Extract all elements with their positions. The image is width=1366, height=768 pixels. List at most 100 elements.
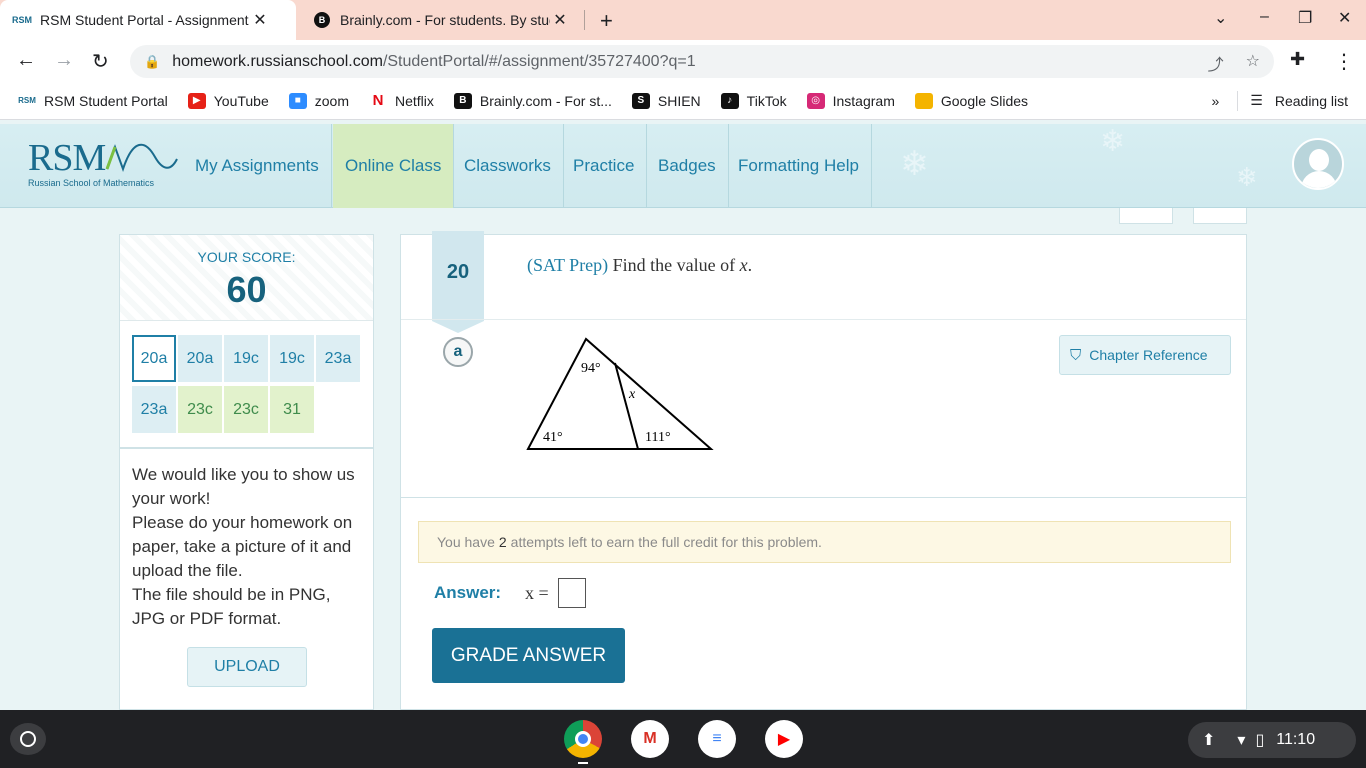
- nav-online-class[interactable]: Online Class: [333, 124, 455, 208]
- netflix-icon: N: [372, 92, 384, 109]
- tab-rsm[interactable]: RSM RSM Student Portal - Assignment ✕: [0, 0, 296, 40]
- answer-expression: x =: [525, 583, 549, 603]
- star-icon[interactable]: ☆: [1246, 51, 1260, 75]
- bookmark-label: Google Slides: [940, 92, 1029, 109]
- bookmark-google-slides[interactable]: Google Slides: [914, 92, 1029, 109]
- bookmark-instagram[interactable]: ◎ Instagram: [806, 92, 895, 109]
- reading-list-icon: ☰: [1250, 92, 1263, 108]
- bookmark-label: YouTube: [213, 92, 269, 109]
- nav-practice[interactable]: Practice: [561, 124, 648, 208]
- angle-label-x: x: [628, 387, 636, 402]
- instagram-icon: ◎: [806, 92, 825, 109]
- problem-chip[interactable]: 23a: [132, 386, 176, 433]
- reload-icon[interactable]: ↻: [92, 49, 109, 74]
- nav-badges[interactable]: Badges: [646, 124, 729, 208]
- tab-brainly[interactable]: B Brainly.com - For students. By student…: [300, 0, 582, 40]
- youtube-app-icon[interactable]: ▶: [765, 720, 803, 758]
- nav-formatting-help[interactable]: Formatting Help: [726, 124, 872, 208]
- attempts-count: 2: [498, 534, 507, 550]
- problem-chip[interactable]: 23a: [316, 335, 360, 382]
- active-app-indicator: [578, 762, 588, 764]
- snowflake-icon: ❄: [1236, 162, 1258, 192]
- close-icon[interactable]: ✕: [550, 10, 570, 30]
- url-path: /StudentPortal/#/assignment/35727400?q=1: [382, 52, 696, 70]
- bookmark-youtube[interactable]: ▶ YouTube: [187, 92, 269, 109]
- upload-button[interactable]: UPLOAD: [187, 647, 307, 687]
- problem-chip[interactable]: 23c: [224, 386, 268, 433]
- problem-chip[interactable]: 23c: [178, 386, 222, 433]
- address-bar[interactable]: 🔒 homework.russianschool.com /StudentPor…: [130, 45, 1274, 78]
- youtube-icon: ▶: [187, 92, 206, 109]
- launcher-button[interactable]: [10, 723, 46, 755]
- extensions-puzzle-icon[interactable]: ✚: [1290, 49, 1305, 70]
- triangle-figure: 94° x 41° 111°: [526, 337, 714, 450]
- close-icon[interactable]: ✕: [250, 10, 270, 30]
- answer-label: Answer:: [434, 583, 502, 602]
- score-label: YOUR SCORE:: [197, 249, 296, 265]
- logo-subtitle: Russian School of Mathematics: [28, 178, 155, 188]
- score-value: 60: [226, 269, 267, 310]
- wifi-icon: ▾: [1237, 732, 1246, 749]
- problem-chip[interactable]: 19c: [224, 335, 268, 382]
- bookmark-icon: ⛉: [1070, 346, 1082, 364]
- minimize-icon[interactable]: –: [1260, 8, 1269, 26]
- bookmark-brainly[interactable]: B Brainly.com - For st...: [453, 92, 612, 109]
- upload-arrow-icon: ⬆: [1202, 732, 1216, 749]
- problem-chip[interactable]: 31: [270, 386, 314, 433]
- bookmark-shien[interactable]: S SHIEN: [631, 92, 701, 109]
- more-bookmarks-button[interactable]: »: [1211, 93, 1219, 109]
- bookmark-tiktok[interactable]: ♪ TikTok: [720, 92, 787, 109]
- bookmark-label: zoom: [314, 92, 349, 109]
- next-button-stub[interactable]: [1193, 208, 1247, 224]
- avatar[interactable]: [1292, 138, 1344, 190]
- kebab-menu-icon[interactable]: ⋮: [1334, 49, 1354, 74]
- bookmark-label: Brainly.com - For st...: [479, 92, 612, 109]
- problem-chip[interactable]: 20a: [132, 335, 176, 382]
- score-panel: YOUR SCORE: 60 20a 20a 19c 19c 23a 23a 2…: [119, 234, 374, 448]
- site-header: RSM Russian School of Mathematics My Ass…: [0, 124, 1366, 208]
- restore-icon[interactable]: ❐: [1298, 8, 1312, 28]
- rsm-favicon-icon: RSM: [12, 15, 32, 25]
- clock: 11:10: [1276, 731, 1316, 748]
- answer-input[interactable]: [558, 578, 586, 608]
- instruction-text: We would like you to show us your work!: [132, 465, 355, 508]
- angle-label-top: 94°: [581, 361, 601, 376]
- bookmark-rsm[interactable]: RSM RSM Student Portal: [18, 93, 168, 109]
- logo-wave-icon: [105, 143, 179, 173]
- rsm-logo[interactable]: RSM Russian School of Mathematics: [28, 136, 179, 188]
- problem-chip[interactable]: 19c: [270, 335, 314, 382]
- bookmark-label: RSM Student Portal: [44, 92, 168, 109]
- nav-my-assignments[interactable]: My Assignments: [183, 124, 332, 208]
- divider: [1237, 90, 1239, 111]
- new-tab-button[interactable]: +: [600, 8, 613, 34]
- attempts-notice: You have 2 attempts left to earn the ful…: [418, 521, 1231, 563]
- window-close-icon[interactable]: ✕: [1338, 8, 1351, 28]
- chapter-reference-label: Chapter Reference: [1089, 347, 1208, 363]
- tiktok-icon: ♪: [720, 92, 739, 109]
- chrome-app-icon[interactable]: [564, 720, 602, 758]
- bookmark-netflix[interactable]: N Netflix: [369, 92, 434, 109]
- google-docs-app-icon[interactable]: ≡: [698, 720, 736, 758]
- nav-classworks[interactable]: Classworks: [452, 124, 564, 208]
- url-host: homework.russianschool.com: [172, 52, 383, 70]
- problem-question: (SAT Prep) Find the value of x.: [527, 255, 752, 276]
- problem-chip[interactable]: 20a: [178, 335, 222, 382]
- brainly-icon: B: [453, 92, 472, 109]
- bookmark-zoom[interactable]: ■ zoom: [288, 92, 349, 109]
- grade-answer-button[interactable]: GRADE ANSWER: [432, 628, 625, 683]
- chapter-reference-button[interactable]: ⛉ Chapter Reference: [1059, 335, 1231, 375]
- share-icon[interactable]: ⤴: [1208, 51, 1224, 75]
- system-tray[interactable]: ⬆ ▾ ▯ 11:10: [1188, 722, 1356, 758]
- attempts-prefix: You have: [437, 534, 495, 550]
- gmail-app-icon[interactable]: M: [631, 720, 669, 758]
- back-arrow-icon[interactable]: ←: [16, 49, 36, 72]
- google-slides-icon: [914, 92, 933, 109]
- rsm-icon: RSM: [18, 96, 36, 105]
- bookmarks-bar: RSM RSM Student Portal ▶ YouTube ■ zoom …: [0, 82, 1366, 120]
- prev-button-stub[interactable]: [1119, 208, 1173, 224]
- part-badge: a: [443, 337, 473, 367]
- reading-list-button[interactable]: Reading list: [1275, 93, 1348, 109]
- problem-tag: (SAT Prep): [527, 255, 609, 275]
- forward-arrow-icon[interactable]: →: [54, 49, 74, 72]
- chevron-down-icon[interactable]: ⌄: [1214, 8, 1227, 28]
